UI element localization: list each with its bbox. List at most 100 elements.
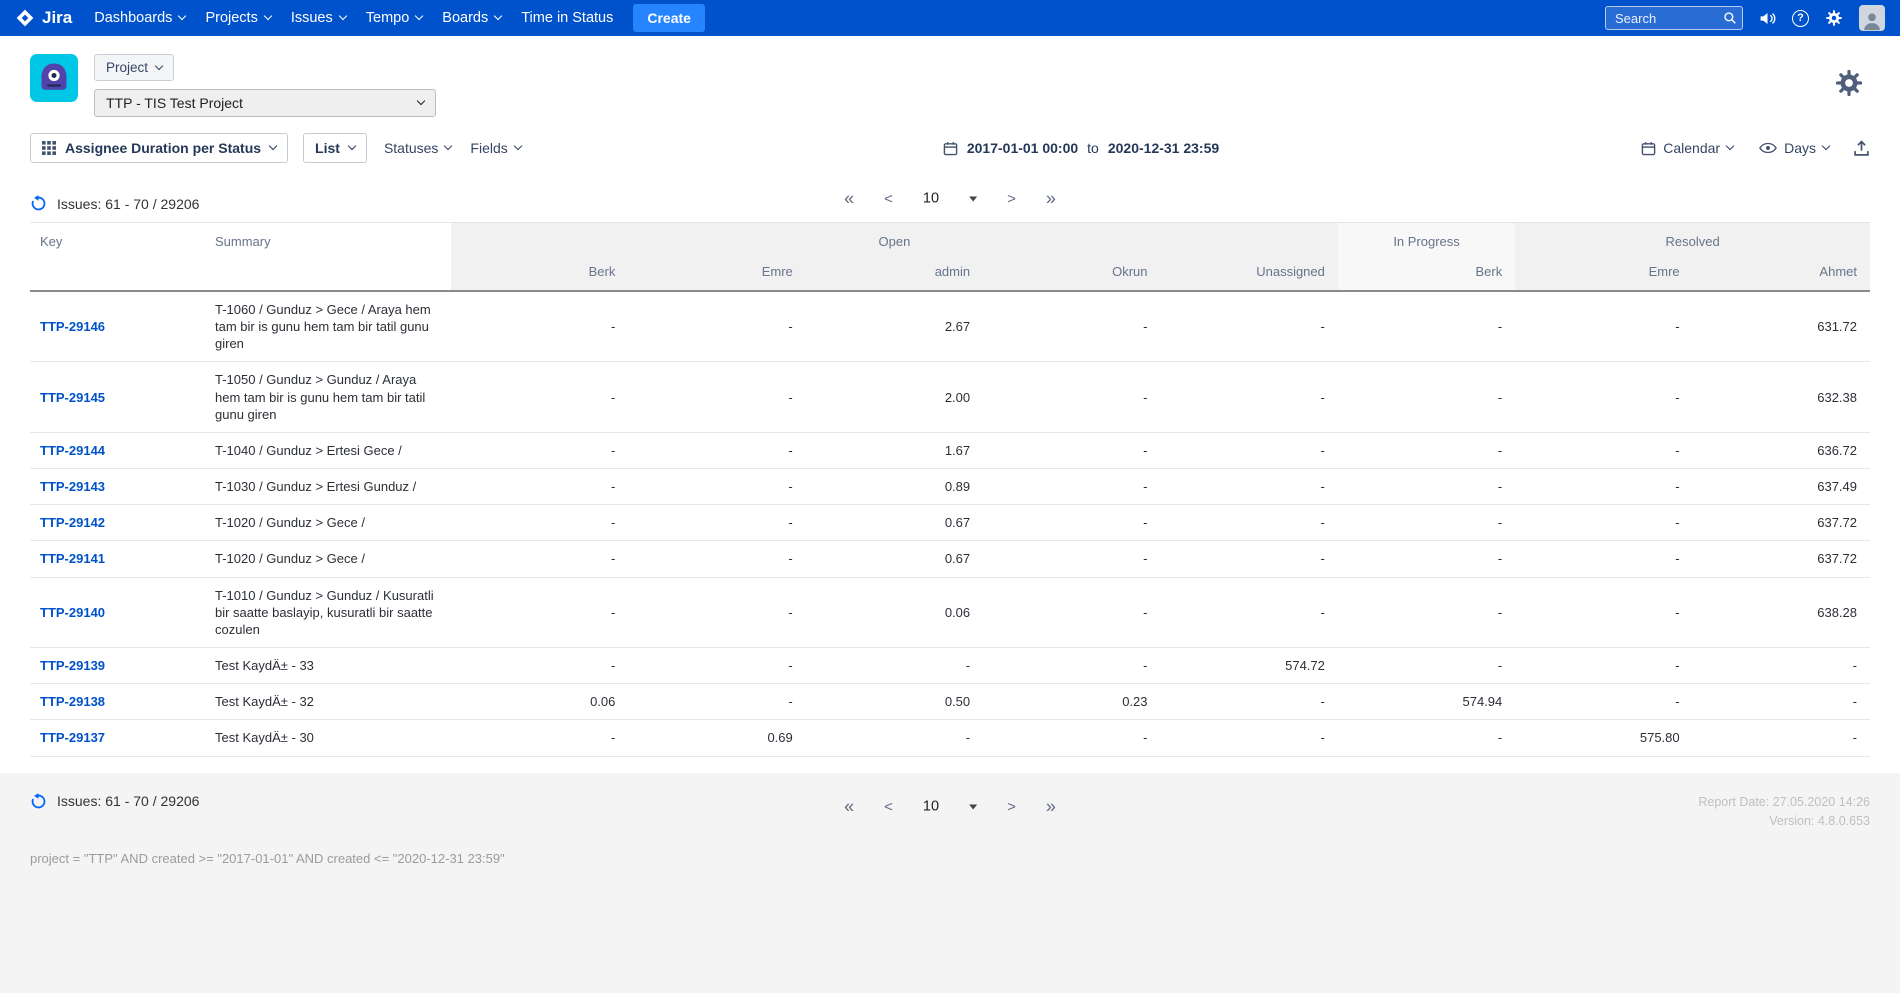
status-group-in-progress: In Progress [1338,223,1515,259]
export-icon[interactable] [1853,140,1870,157]
project-scope-button[interactable]: Project [94,54,174,81]
user-avatar[interactable] [1859,5,1885,31]
report-type-dropdown[interactable]: Assignee Duration per Status [30,133,288,163]
chevron-down-icon [178,12,186,20]
issue-key-link[interactable]: TTP-29146 [40,319,105,334]
report-toolbar: Assignee Duration per Status List Status… [0,131,1900,175]
unit-dropdown[interactable]: Days [1757,134,1831,162]
search-icon[interactable] [1723,11,1737,25]
chevron-down-icon [494,12,502,20]
duration-value: 574.94 [1338,684,1515,720]
duration-value: - [1161,432,1338,468]
top-navbar: Jira Dashboards Projects IssuesTempoBoards… [0,0,1900,36]
issue-summary: T-1060 / Gunduz > Gece / Araya hem tam b… [205,291,451,362]
unit-label: Days [1784,140,1816,156]
chevron-down-icon [1822,142,1830,150]
help-icon[interactable]: ? [1792,10,1809,27]
duration-value: - [1161,291,1338,362]
settings-gear-icon[interactable] [1825,9,1843,27]
calendar-icon [1641,141,1656,156]
duration-value: - [1515,541,1692,577]
duration-value: - [1161,362,1338,432]
duration-value: - [1693,648,1870,684]
refresh-icon[interactable] [30,793,47,810]
report-settings-gear-icon[interactable] [1834,68,1864,103]
page-size-value[interactable]: 10 [923,191,939,207]
statuses-dropdown[interactable]: Statuses [382,134,453,162]
duration-value: - [983,541,1160,577]
nav-item-boards[interactable]: Boards [432,0,511,36]
create-button[interactable]: Create [633,4,705,32]
issue-summary: Test KaydÄ± - 30 [205,720,451,756]
next-page-button[interactable]: > [1007,798,1016,815]
duration-value: - [983,469,1160,505]
prev-page-button[interactable]: < [884,798,893,815]
duration-value: 0.06 [451,684,628,720]
duration-report-table: Key Summary Open In Progress Resolved Be… [30,222,1870,757]
page-size-value[interactable]: 10 [923,799,939,815]
issue-key-link[interactable]: TTP-29143 [40,479,105,494]
last-page-button[interactable]: » [1046,188,1056,209]
column-header-open-berk: Berk [451,258,628,291]
announcement-icon[interactable] [1759,10,1776,27]
date-range-picker[interactable]: 2017-01-01 00:00 to 2020-12-31 23:59 [523,140,1639,156]
project-controls: Project TTP - TIS Test Project [94,54,436,117]
duration-value: - [983,505,1160,541]
issue-key-link[interactable]: TTP-29144 [40,443,105,458]
nav-item-projects[interactable]: Projects [195,0,280,36]
page-size-caret-icon[interactable] [969,804,977,809]
issues-count-text: Issues: 61 - 70 / 29206 [57,196,199,212]
issue-key-link[interactable]: TTP-29139 [40,658,105,673]
duration-value: - [628,505,805,541]
duration-value: 0.67 [806,541,983,577]
pagination: « < 10 > » [844,188,1056,209]
nav-item-time-in-status[interactable]: Time in Status [511,0,623,36]
navbar-right: ? [1605,5,1885,31]
duration-value: - [1338,469,1515,505]
nav-item-dashboards[interactable]: Dashboards [84,0,195,36]
duration-value: - [1338,505,1515,541]
duration-value: - [983,720,1160,756]
project-header: Project TTP - TIS Test Project [0,36,1900,131]
duration-value: - [1515,648,1692,684]
duration-value: - [1515,432,1692,468]
issue-key-link[interactable]: TTP-29145 [40,390,105,405]
view-dropdown[interactable]: List [303,133,367,163]
date-to: 2020-12-31 23:59 [1108,140,1219,156]
question-mark-glyph: ? [1792,10,1809,27]
duration-value: - [983,291,1160,362]
project-select[interactable]: TTP - TIS Test Project [94,89,436,117]
prev-page-button[interactable]: < [884,190,893,207]
report-date: Report Date: 27.05.2020 14:26 [1698,793,1870,812]
chevron-down-icon [514,142,522,150]
issue-summary: T-1040 / Gunduz > Ertesi Gece / [205,432,451,468]
nav-menu: Dashboards Projects IssuesTempoBoardsTime … [84,0,623,36]
statuses-label: Statuses [384,140,438,156]
jira-brand[interactable]: Jira [15,8,72,28]
fields-dropdown[interactable]: Fields [468,134,522,162]
calendar-icon [943,141,958,156]
nav-item-tempo[interactable]: Tempo [356,0,433,36]
page-size-caret-icon[interactable] [969,196,977,201]
next-page-button[interactable]: > [1007,190,1016,207]
issue-summary: T-1050 / Gunduz > Gunduz / Araya hem tam… [205,362,451,432]
column-header-open-unassigned: Unassigned [1161,258,1338,291]
calendar-mode-dropdown[interactable]: Calendar [1639,134,1735,162]
issues-count-text: Issues: 61 - 70 / 29206 [57,793,199,809]
nav-item-issues[interactable]: Issues [281,0,356,36]
refresh-icon[interactable] [30,195,47,212]
jql-query-text: project = "TTP" AND created >= "2017-01-… [30,851,1870,866]
issue-key-link[interactable]: TTP-29141 [40,551,105,566]
nav-item-label: Projects [205,10,257,26]
duration-value: - [1515,291,1692,362]
nav-item-label: Dashboards [94,10,172,26]
issue-key-link[interactable]: TTP-29142 [40,515,105,530]
issue-key-link[interactable]: TTP-29140 [40,605,105,620]
first-page-button[interactable]: « [844,188,854,209]
issue-key-link[interactable]: TTP-29138 [40,694,105,709]
footer-issues-row: Issues: 61 - 70 / 29206 « < 10 > » Repor… [30,785,1870,832]
chevron-down-icon [269,142,277,150]
issue-key-link[interactable]: TTP-29137 [40,730,105,745]
table-row: TTP-29140T-1010 / Gunduz > Gunduz / Kusu… [30,577,1870,647]
table-row: TTP-29145 T-1050 / Gunduz > Gunduz / Aray… [30,362,1870,432]
